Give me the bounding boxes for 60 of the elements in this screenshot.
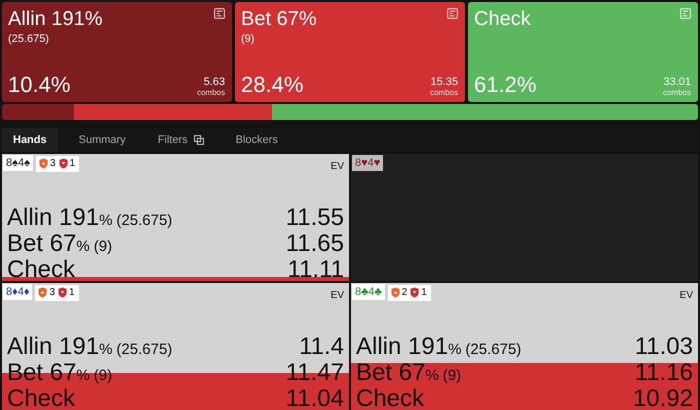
hand-cell[interactable]: 8♣4♣ 2 1 EV Allin 191% (25.675) 11.03 Bet 67% (9) 11.16 Check 10.92 xyxy=(351,283,698,410)
blocker-count: 3 xyxy=(50,158,56,169)
hand-cards: 8♠4♠ xyxy=(3,155,33,171)
shield-down-icon xyxy=(410,287,420,298)
ev-label: EV xyxy=(680,290,693,301)
action-title: Bet 67% xyxy=(241,8,317,31)
ev-label: EV xyxy=(330,161,344,172)
shield-up-icon xyxy=(390,287,400,298)
action-name: Check xyxy=(7,387,76,410)
action-frequency: 10.4% xyxy=(8,73,70,97)
combos-label: combos xyxy=(662,88,691,97)
list-icon[interactable] xyxy=(447,8,458,19)
action-name: Allin 191% (25.675) xyxy=(356,335,522,361)
ev-value: 11.4 xyxy=(299,335,344,358)
combos-count: 5.63 xyxy=(204,76,225,88)
tab[interactable]: Filters xyxy=(146,128,215,152)
shield-down-icon xyxy=(58,158,68,169)
blocker-count: 1 xyxy=(69,287,75,298)
action-name: Allin 191% (25.675) xyxy=(7,206,172,232)
ev-label: EV xyxy=(330,290,344,301)
ev-value: 11.11 xyxy=(288,258,344,281)
shield-up-icon xyxy=(38,287,48,298)
action-name: Check xyxy=(356,387,424,410)
action-card[interactable]: Bet 67% (9) 28.4% 15.35 combos xyxy=(235,2,465,102)
combos-label: combos xyxy=(430,88,458,97)
blocker-count: 2 xyxy=(402,287,408,298)
blocker-count: 1 xyxy=(421,287,427,298)
ev-value: 11.16 xyxy=(634,361,693,384)
hand-cell[interactable]: 8♠4♠ 3 1 EV Allin 191% (25.675) 11.55 Bet 67% (9) 11.65 Check 11.11 xyxy=(2,154,349,281)
tab[interactable]: Summary xyxy=(68,128,137,152)
action-name: Bet 67% (9) xyxy=(356,361,462,387)
action-frequency: 28.4% xyxy=(241,73,304,97)
hand-cards: 8♣4♣ xyxy=(352,284,385,300)
combos-count: 33.01 xyxy=(663,76,691,88)
action-name: Check xyxy=(7,258,76,281)
action-frequency: 61.2% xyxy=(474,73,536,97)
action-name: Bet 67% (9) xyxy=(7,232,112,258)
action-size: (25.675) xyxy=(8,33,50,45)
shield-up-icon xyxy=(38,158,48,169)
blocker-count: 1 xyxy=(70,158,76,169)
action-title: Check xyxy=(474,8,531,31)
tab[interactable]: Blockers xyxy=(224,128,289,152)
combos-count: 15.35 xyxy=(430,76,458,88)
hand-cards: 8♦4♦ xyxy=(3,284,32,300)
empty-hand-cell[interactable]: 8♥4♥ xyxy=(351,154,698,281)
ev-value: 10.92 xyxy=(632,387,693,410)
tab[interactable]: Hands xyxy=(2,128,58,152)
combos-label: combos xyxy=(196,88,225,97)
ev-value: 11.03 xyxy=(634,335,693,358)
action-card[interactable]: Allin 191% (25.675) 10.4% 5.63 combos xyxy=(2,2,232,102)
action-name: Allin 191% (25.675) xyxy=(7,335,172,361)
ev-value: 11.04 xyxy=(286,387,344,410)
blocker-count: 3 xyxy=(49,287,56,298)
action-size: (9) xyxy=(241,33,256,45)
action-title: Allin 191% xyxy=(8,8,103,31)
shield-down-icon xyxy=(58,287,68,298)
hand-cards: 8♥4♥ xyxy=(352,155,384,171)
ev-value: 11.55 xyxy=(286,206,344,229)
list-icon[interactable] xyxy=(214,8,225,19)
ev-value: 11.65 xyxy=(286,232,344,255)
